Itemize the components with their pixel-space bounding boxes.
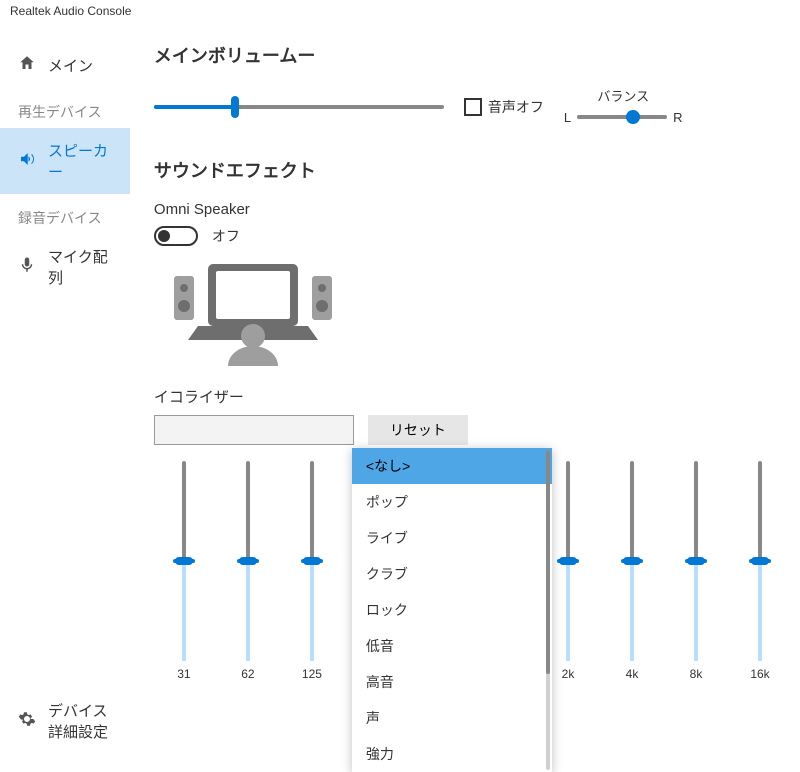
eq-band-label: 16k xyxy=(750,667,769,681)
eq-band-slider[interactable] xyxy=(686,461,706,661)
laptop-graphic xyxy=(168,258,338,368)
omni-speaker-label: Omni Speaker xyxy=(154,201,770,218)
mute-checkbox[interactable] xyxy=(464,98,482,116)
sidebar-item-mic[interactable]: マイク配列 xyxy=(0,234,130,300)
omni-toggle[interactable] xyxy=(154,226,198,246)
eq-band-slider[interactable] xyxy=(622,461,642,661)
eq-band: 125 xyxy=(302,461,322,681)
balance-slider[interactable] xyxy=(577,107,667,127)
eq-band: 4k xyxy=(622,461,642,681)
eq-band-slider[interactable] xyxy=(174,461,194,661)
dropdown-item[interactable]: ロック xyxy=(352,592,552,628)
speaker-icon xyxy=(18,150,36,172)
eq-band-slider[interactable] xyxy=(558,461,578,661)
volume-title: メインボリュームー xyxy=(154,42,770,68)
balance-r-label: R xyxy=(673,110,682,125)
sound-effect-title: サウンドエフェクト xyxy=(154,157,770,183)
eq-preset-select[interactable] xyxy=(154,415,354,445)
sidebar-item-label: メイン xyxy=(48,55,93,76)
dropdown-item[interactable]: 強力 xyxy=(352,736,552,772)
sidebar-item-label: デバイス詳細設定 xyxy=(48,700,112,742)
eq-band: 62 xyxy=(238,461,258,681)
eq-band: 16k xyxy=(750,461,770,681)
eq-band-label: 125 xyxy=(302,667,322,681)
eq-band-label: 62 xyxy=(241,667,254,681)
eq-band-slider[interactable] xyxy=(750,461,770,661)
toggle-state-label: オフ xyxy=(212,226,240,246)
sidebar-item-speaker[interactable]: スピーカー xyxy=(0,128,130,194)
sidebar: メイン 再生デバイス スピーカー 録音デバイス マイク配列 デバイス詳細設定 xyxy=(0,22,130,754)
eq-band: 2k xyxy=(558,461,578,681)
balance-l-label: L xyxy=(564,110,571,125)
dropdown-scrollbar[interactable] xyxy=(546,450,550,770)
dropdown-item[interactable]: 低音 xyxy=(352,628,552,664)
main-volume-slider[interactable] xyxy=(154,95,444,119)
eq-band-label: 31 xyxy=(177,667,190,681)
dropdown-item[interactable]: ポップ xyxy=(352,484,552,520)
sidebar-item-advanced[interactable]: デバイス詳細設定 xyxy=(0,688,130,754)
mic-icon xyxy=(18,256,36,278)
eq-band: 31 xyxy=(174,461,194,681)
window-title: Realtek Audio Console xyxy=(0,0,800,22)
gear-icon xyxy=(18,710,36,732)
eq-band: 8k xyxy=(686,461,706,681)
eq-band-label: 8k xyxy=(690,667,703,681)
sidebar-section-playback: 再生デバイス xyxy=(0,88,130,128)
dropdown-item[interactable]: <なし> xyxy=(352,448,552,484)
dropdown-item[interactable]: 高音 xyxy=(352,664,552,700)
eq-band-slider[interactable] xyxy=(302,461,322,661)
eq-preset-dropdown: <なし> ポップ ライブ クラブ ロック 低音 高音 声 強力 xyxy=(352,448,552,772)
sidebar-item-label: スピーカー xyxy=(48,140,112,182)
sidebar-item-main[interactable]: メイン xyxy=(0,42,130,88)
eq-band-slider[interactable] xyxy=(238,461,258,661)
dropdown-item[interactable]: 声 xyxy=(352,700,552,736)
dropdown-item[interactable]: クラブ xyxy=(352,556,552,592)
balance-label: バランス xyxy=(597,86,649,105)
dropdown-item[interactable]: ライブ xyxy=(352,520,552,556)
sidebar-item-label: マイク配列 xyxy=(48,246,112,288)
home-icon xyxy=(18,54,36,76)
main-panel: メインボリュームー 音声オフ バランス L R xyxy=(130,22,800,754)
eq-band-label: 4k xyxy=(626,667,639,681)
eq-reset-button[interactable]: リセット xyxy=(368,415,468,445)
eq-title: イコライザー xyxy=(154,386,770,407)
eq-band-label: 2k xyxy=(562,667,575,681)
sidebar-section-record: 録音デバイス xyxy=(0,194,130,234)
mute-label: 音声オフ xyxy=(488,97,544,117)
